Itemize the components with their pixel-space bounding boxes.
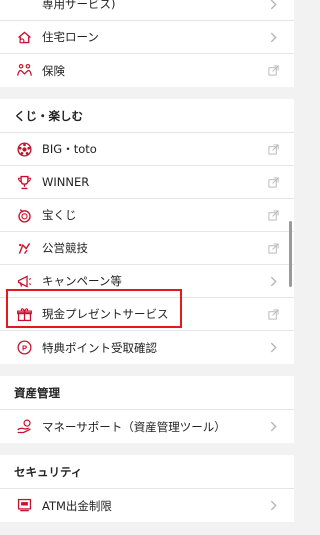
chevron-right-icon (266, 420, 280, 434)
chevron-right-icon (266, 499, 280, 513)
section-title: 資産管理 (0, 376, 294, 410)
chevron-right-icon (266, 274, 280, 288)
menu-item-label: 宝くじ (42, 208, 77, 222)
scrollbar[interactable] (289, 221, 292, 287)
chevron-right-icon (266, 341, 280, 355)
gift-icon (14, 304, 34, 324)
external-link-icon (266, 142, 280, 156)
external-link-icon (266, 208, 280, 222)
top-menu-group: 専用サービス) 住宅ローン 保険 (0, 0, 294, 87)
atm-icon (14, 496, 34, 516)
section-gap (0, 87, 294, 99)
megaphone-icon (14, 271, 34, 291)
money-support-icon (14, 417, 34, 437)
menu-item-label: マネーサポート（資産管理ツール） (42, 419, 226, 434)
section-gap (0, 364, 294, 376)
lottery-icon (14, 205, 34, 225)
section-gap (0, 443, 294, 455)
menu-item-label: ATM出金制限 (42, 498, 112, 513)
menu-item-insurance[interactable]: 保険 (0, 54, 294, 87)
external-link-icon (266, 307, 280, 321)
external-link-icon (266, 64, 280, 78)
menu-item-winner[interactable]: WINNER (0, 166, 294, 199)
menu-item-money-support[interactable]: マネーサポート（資産管理ツール） (0, 410, 294, 443)
chevron-right-icon (266, 0, 280, 11)
menu-item-housing-loan[interactable]: 住宅ローン (0, 21, 294, 54)
external-link-icon (266, 175, 280, 189)
fun-section: くじ・楽しむ BIG・toto WINNER 宝くじ 公営競技 キャンペーン等 … (0, 99, 294, 364)
menu-item-dedicated-service[interactable]: 専用サービス) (0, 0, 294, 21)
trophy-icon (14, 172, 34, 192)
soccer-ball-icon (14, 139, 34, 159)
menu-item-campaign[interactable]: キャンペーン等 (0, 265, 294, 298)
blank-icon (14, 0, 34, 14)
menu-item-public-racing[interactable]: 公営競技 (0, 232, 294, 265)
menu-item-label: BIG・toto (42, 142, 97, 156)
menu-item-label: WINNER (42, 175, 90, 189)
section-title: くじ・楽しむ (0, 99, 294, 133)
menu-item-points-check[interactable]: P 特典ポイント受取確認 (0, 331, 294, 364)
menu-item-label: 保険 (42, 63, 65, 78)
points-icon: P (14, 338, 34, 358)
external-link-icon (266, 241, 280, 255)
racing-icon (14, 238, 34, 258)
menu-item-label: 特典ポイント受取確認 (42, 340, 157, 355)
menu-item-label: 公営競技 (42, 241, 88, 255)
menu-item-lottery[interactable]: 宝くじ (0, 199, 294, 232)
menu-item-cash-present[interactable]: 現金プレゼントサービス (0, 298, 294, 331)
menu-item-label: キャンペーン等 (42, 274, 122, 288)
menu-item-atm-limit[interactable]: ATM出金制限 (0, 489, 294, 522)
menu-item-label: 住宅ローン (42, 30, 99, 44)
chevron-right-icon (266, 30, 280, 44)
house-loan-icon (14, 27, 34, 47)
security-section: セキュリティ ATM出金制限 (0, 455, 294, 522)
svg-text:P: P (21, 343, 26, 352)
menu-item-big-toto[interactable]: BIG・toto (0, 133, 294, 166)
menu-item-label: 現金プレゼントサービス (42, 307, 169, 321)
asset-section: 資産管理 マネーサポート（資産管理ツール） (0, 376, 294, 443)
section-title: セキュリティ (0, 455, 294, 489)
menu-item-label: 専用サービス) (42, 0, 116, 11)
insurance-icon (14, 61, 34, 81)
